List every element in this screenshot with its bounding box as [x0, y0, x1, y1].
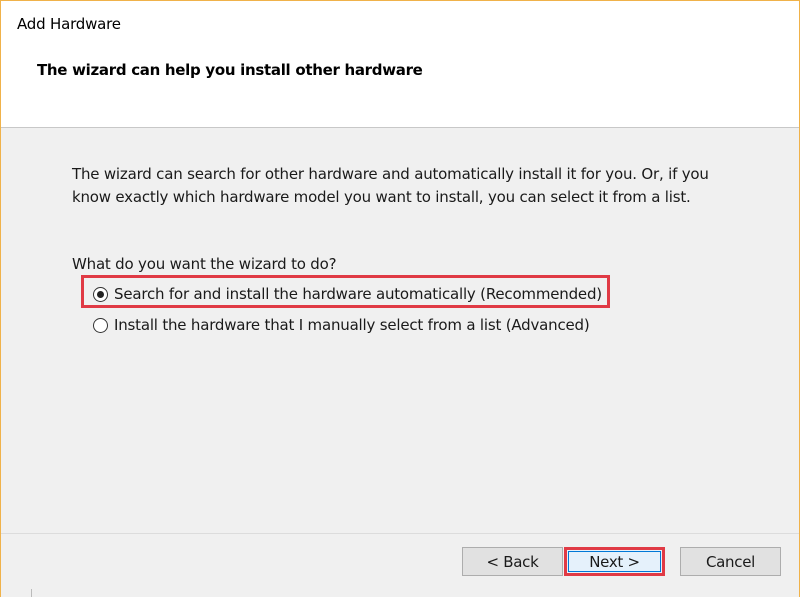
option-manual-select[interactable]: Install the hardware that I manually sel…	[93, 316, 590, 334]
back-button-label: < Back	[486, 552, 539, 571]
radio-search-automatically[interactable]	[93, 286, 108, 302]
back-button[interactable]: < Back	[462, 547, 563, 576]
option-search-automatically[interactable]: Search for and install the hardware auto…	[93, 285, 602, 303]
question-label: What do you want the wizard to do?	[72, 255, 337, 273]
title-bar: Add Hardware	[1, 1, 799, 45]
add-hardware-window: Add Hardware The wizard can help you ins…	[0, 0, 800, 597]
cancel-button[interactable]: Cancel	[680, 547, 781, 576]
wizard-header: The wizard can help you install other ha…	[1, 45, 799, 128]
footer-divider	[1, 533, 799, 534]
radio-manual-select[interactable]	[93, 317, 108, 333]
wizard-heading: The wizard can help you install other ha…	[37, 61, 423, 79]
option-label: Search for and install the hardware auto…	[114, 285, 602, 303]
intro-text: The wizard can search for other hardware…	[72, 165, 709, 206]
cancel-button-label: Cancel	[705, 552, 755, 571]
next-button-label: Next >	[589, 552, 640, 571]
option-label: Install the hardware that I manually sel…	[114, 316, 590, 334]
window-title: Add Hardware	[17, 15, 121, 33]
next-button[interactable]: Next >	[564, 547, 665, 576]
